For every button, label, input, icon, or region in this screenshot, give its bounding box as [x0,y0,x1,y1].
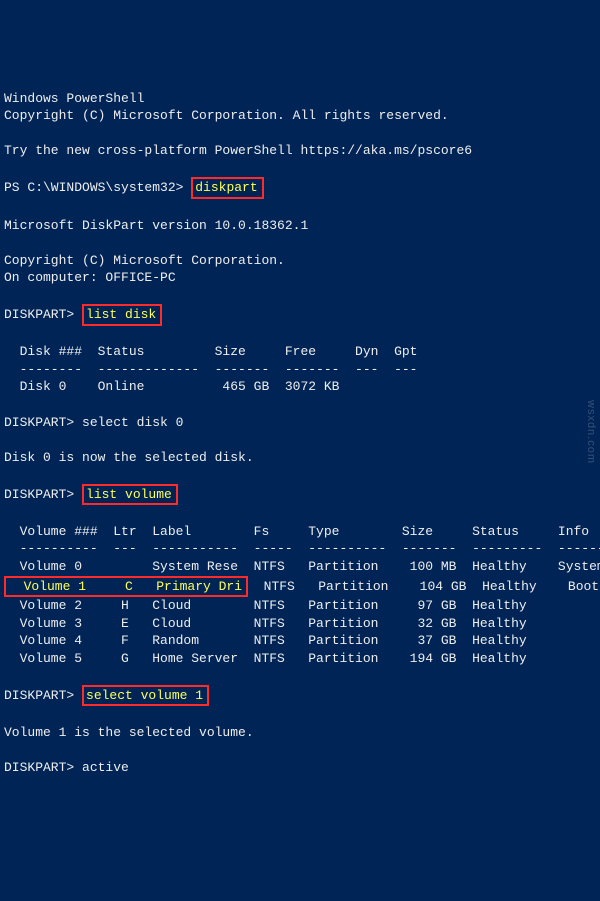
table-row: Volume 2 H Cloud NTFS Partition 97 GB He… [4,598,527,613]
table-row: NTFS Partition 100 MB Healthy System [238,559,600,574]
highlighted-command: select volume 1 [82,685,209,707]
table-divider: -------- ------------- ------- ------- -… [4,362,417,377]
output-line: On computer: OFFICE-PC [4,270,176,285]
table-header: Disk ### Status Size Free Dyn Gpt [4,344,417,359]
output-line: Volume 1 is the selected volume. [4,725,254,740]
header-line: Copyright (C) Microsoft Corporation. All… [4,108,449,123]
table-row: Disk 0 Online 465 GB 3072 KB [4,379,339,394]
header-line: Windows PowerShell [4,91,144,106]
output-line: Microsoft DiskPart version 10.0.18362.1 [4,218,308,233]
highlighted-command: list disk [82,304,162,326]
highlighted-command: list volume [82,484,178,506]
highlighted-row: Volume 1 C Primary Dri [4,576,248,598]
table-row: Volume 0 System Rese [4,559,238,574]
command-text: active [82,760,129,775]
table-row: Volume 3 E Cloud NTFS Partition 32 GB He… [4,616,527,631]
watermark-text: wsxdn.com [583,400,598,464]
diskpart-prompt: DISKPART> [4,307,82,322]
output-line: Copyright (C) Microsoft Corporation. [4,253,285,268]
table-divider: ---------- --- ----------- ----- -------… [4,541,600,556]
command-text: select disk 0 [82,415,183,430]
table-row: Volume 5 G Home Server NTFS Partition 19… [4,651,527,666]
diskpart-prompt: DISKPART> [4,487,82,502]
highlighted-command: diskpart [191,177,263,199]
terminal-output: Windows PowerShell Copyright (C) Microso… [0,70,600,778]
diskpart-prompt: DISKPART> [4,688,82,703]
table-row: Volume 4 F Random NTFS Partition 37 GB H… [4,633,527,648]
table-header: Volume ### Ltr Label Fs Type Size Status… [4,524,589,539]
ps-prompt: PS C:\WINDOWS\system32> [4,180,191,195]
table-row: NTFS Partition 104 GB Healthy Boot [248,579,599,594]
output-line: Disk 0 is now the selected disk. [4,450,254,465]
diskpart-prompt: DISKPART> [4,415,82,430]
header-line: Try the new cross-platform PowerShell ht… [4,143,472,158]
diskpart-prompt: DISKPART> [4,760,82,775]
